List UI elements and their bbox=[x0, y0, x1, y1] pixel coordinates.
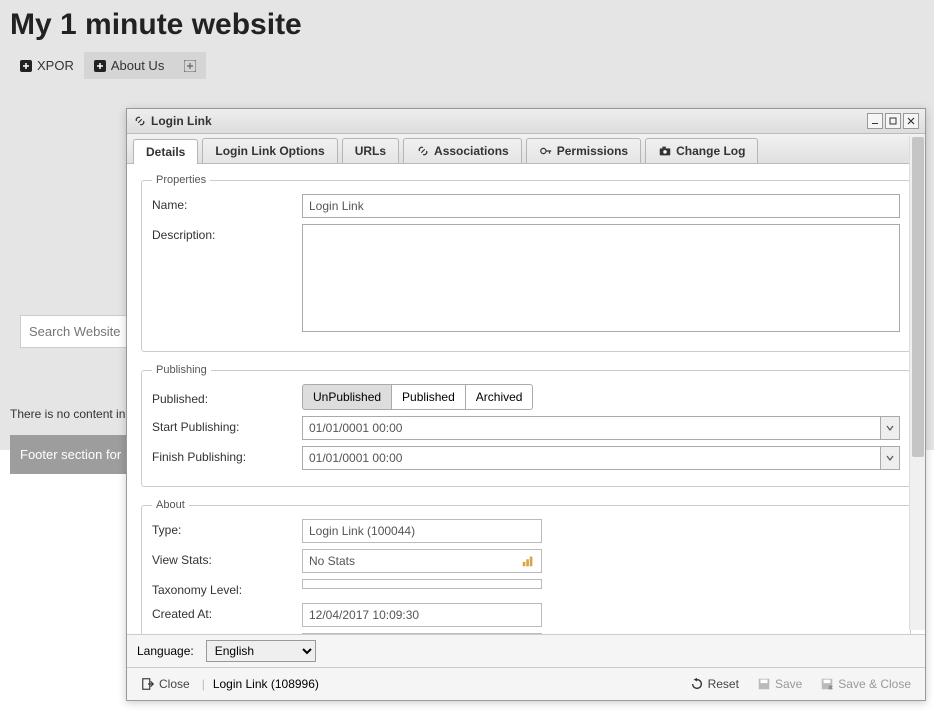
published-label: Published: bbox=[152, 388, 302, 406]
type-label: Type: bbox=[152, 519, 302, 537]
about-fieldset: About Type: Login Link (100044) View Sta… bbox=[141, 499, 911, 634]
refresh-icon bbox=[690, 677, 704, 691]
tab-permissions[interactable]: Permissions bbox=[526, 138, 641, 163]
taxonomy-label: Taxonomy Level: bbox=[152, 579, 302, 597]
view-stats-value: No Stats bbox=[309, 554, 355, 568]
nav-label: XPOR bbox=[37, 58, 74, 73]
nav-label: About Us bbox=[111, 58, 164, 73]
tab-change-log[interactable]: Change Log bbox=[645, 138, 758, 163]
tab-label: Change Log bbox=[676, 144, 745, 158]
reset-button[interactable]: Reset bbox=[686, 674, 743, 694]
start-publishing-label: Start Publishing: bbox=[152, 416, 302, 434]
save-button[interactable]: Save bbox=[753, 674, 806, 694]
nav-item-xpor[interactable]: XPOR bbox=[10, 52, 84, 79]
about-legend: About bbox=[152, 499, 189, 511]
separator: | bbox=[202, 677, 205, 691]
language-select[interactable]: English bbox=[206, 640, 316, 662]
bottom-bar: Close | Login Link (108996) Reset Save S… bbox=[127, 667, 925, 700]
close-button[interactable] bbox=[903, 113, 919, 129]
start-publishing-input[interactable] bbox=[302, 416, 880, 440]
created-by-value: Chris Dockree (25) bbox=[302, 633, 542, 634]
language-label: Language: bbox=[137, 644, 194, 658]
reset-label: Reset bbox=[708, 677, 739, 691]
language-bar: Language: English bbox=[127, 634, 925, 667]
no-content-text: There is no content in bbox=[10, 407, 125, 421]
search-box bbox=[20, 315, 130, 348]
option-unpublished[interactable]: UnPublished bbox=[302, 384, 392, 410]
properties-legend: Properties bbox=[152, 174, 210, 186]
dialog-body: Properties Name: Description: Publishing… bbox=[127, 164, 925, 634]
option-published[interactable]: Published bbox=[391, 384, 466, 410]
minimize-button[interactable] bbox=[867, 113, 883, 129]
breadcrumb: Login Link (108996) bbox=[213, 677, 319, 691]
description-input[interactable] bbox=[302, 224, 900, 332]
login-link-dialog: Login Link Details Login Link Options UR… bbox=[126, 108, 926, 701]
search-input[interactable] bbox=[20, 315, 130, 348]
publishing-fieldset: Publishing Published: UnPublished Publis… bbox=[141, 364, 911, 487]
view-stats-box: No Stats bbox=[302, 549, 542, 573]
exit-icon bbox=[141, 677, 155, 691]
save-label: Save bbox=[775, 677, 802, 691]
plus-icon bbox=[20, 60, 32, 72]
type-value: Login Link (100044) bbox=[302, 519, 542, 543]
close-label: Close bbox=[159, 677, 190, 691]
finish-publishing-label: Finish Publishing: bbox=[152, 446, 302, 464]
nav-bar: XPOR About Us bbox=[10, 52, 924, 79]
tab-login-link-options[interactable]: Login Link Options bbox=[202, 138, 337, 163]
chevron-down-icon[interactable] bbox=[880, 416, 900, 440]
created-by-label: Created By: bbox=[152, 633, 302, 634]
tab-details[interactable]: Details bbox=[133, 139, 198, 164]
option-archived[interactable]: Archived bbox=[465, 384, 534, 410]
save-close-icon bbox=[820, 677, 834, 691]
save-close-button[interactable]: Save & Close bbox=[816, 674, 915, 694]
publishing-legend: Publishing bbox=[152, 364, 211, 376]
maximize-button[interactable] bbox=[885, 113, 901, 129]
link-icon bbox=[416, 144, 430, 158]
dialog-titlebar: Login Link bbox=[127, 109, 925, 134]
nav-item-about[interactable]: About Us bbox=[84, 52, 174, 79]
close-action[interactable]: Close bbox=[137, 674, 194, 694]
tab-label: Permissions bbox=[557, 144, 628, 158]
name-input[interactable] bbox=[302, 194, 900, 218]
tab-associations[interactable]: Associations bbox=[403, 138, 522, 163]
scrollbar[interactable] bbox=[909, 135, 925, 630]
finish-publishing-input[interactable] bbox=[302, 446, 880, 470]
published-toggle: UnPublished Published Archived bbox=[302, 384, 900, 410]
save-close-label: Save & Close bbox=[838, 677, 911, 691]
created-at-label: Created At: bbox=[152, 603, 302, 621]
camera-icon bbox=[658, 144, 672, 158]
page-title: My 1 minute website bbox=[10, 8, 924, 42]
chart-icon[interactable] bbox=[521, 554, 535, 568]
description-label: Description: bbox=[152, 224, 302, 242]
tab-bar: Details Login Link Options URLs Associat… bbox=[127, 134, 925, 164]
chevron-down-icon[interactable] bbox=[880, 446, 900, 470]
properties-fieldset: Properties Name: Description: bbox=[141, 174, 911, 352]
scrollbar-thumb[interactable] bbox=[912, 137, 924, 457]
created-at-value: 12/04/2017 10:09:30 bbox=[302, 603, 542, 627]
tab-label: Associations bbox=[434, 144, 509, 158]
tab-urls[interactable]: URLs bbox=[342, 138, 399, 163]
key-icon bbox=[539, 144, 553, 158]
taxonomy-value bbox=[302, 579, 542, 589]
dialog-title-text: Login Link bbox=[151, 114, 212, 128]
view-stats-label: View Stats: bbox=[152, 549, 302, 567]
plus-icon bbox=[94, 60, 106, 72]
plus-icon bbox=[184, 60, 196, 72]
link-icon bbox=[133, 114, 147, 128]
nav-item-add[interactable] bbox=[174, 52, 206, 79]
save-icon bbox=[757, 677, 771, 691]
name-label: Name: bbox=[152, 194, 302, 212]
